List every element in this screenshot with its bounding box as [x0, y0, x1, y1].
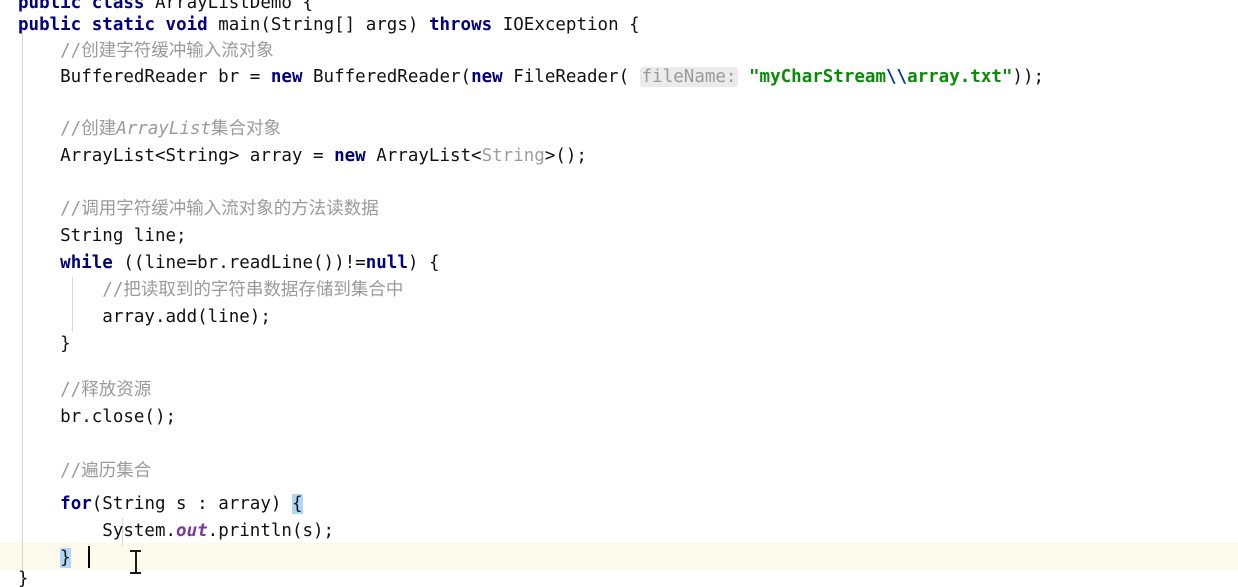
- code-token-plain: main(String[] args): [207, 15, 429, 35]
- code-token-plain: array.add(line);: [18, 307, 271, 327]
- code-token-plain: FileReader(: [502, 67, 640, 87]
- code-token-cmt: //释放资源: [18, 380, 152, 400]
- code-token-plain: >();: [544, 146, 587, 166]
- code-token-kw: new: [334, 146, 366, 166]
- code-token-hint-type: String: [481, 146, 545, 166]
- code-line[interactable]: ArrayList<String> array = new ArrayList<…: [0, 143, 587, 170]
- code-token-cmt: //创建: [18, 119, 117, 139]
- code-token-plain: br.close();: [18, 407, 177, 427]
- code-token-esc: \\: [885, 67, 908, 87]
- code-line[interactable]: [0, 90, 18, 117]
- code-token-plain: ((line=br.readLine())!=: [112, 253, 366, 273]
- code-line[interactable]: public static void main(String[] args) t…: [0, 12, 640, 39]
- code-token-kw: throws: [428, 15, 493, 35]
- code-token-cmt: //遍历集合: [18, 461, 152, 481]
- code-token-plain: .println(s);: [207, 521, 335, 541]
- code-token-plain: }: [18, 569, 29, 587]
- ibeam-stem: [135, 552, 137, 572]
- code-editor-surface[interactable]: public class ArrayListDemo {public stati…: [0, 0, 1238, 587]
- code-line[interactable]: //释放资源: [0, 377, 151, 404]
- code-line[interactable]: //创建ArrayList集合对象: [0, 116, 281, 143]
- code-token-plain: IOException {: [492, 15, 640, 35]
- code-token-plain: String line;: [18, 226, 187, 246]
- code-token-plain: (String s : array): [91, 494, 292, 514]
- code-token-kw: new: [270, 67, 303, 87]
- code-line[interactable]: String line;: [0, 223, 187, 250]
- code-line[interactable]: //把读取到的字符串数据存储到集合中: [0, 277, 403, 304]
- code-token-brace-match: {: [291, 494, 303, 514]
- code-token-plain: ArrayList<String> array =: [18, 146, 335, 166]
- code-token-kw: for: [60, 494, 92, 514]
- code-token-kw: void: [165, 15, 208, 35]
- i-beam-mouse-pointer: [130, 550, 141, 574]
- code-token-param-hint: fileName:: [639, 67, 739, 87]
- code-token-plain: ) {: [407, 253, 440, 273]
- caret-line-highlight: [0, 543, 1238, 570]
- code-line[interactable]: //创建字符缓冲输入流对象: [0, 38, 274, 65]
- code-token-cmt-em: ArrayList: [116, 119, 212, 139]
- code-line[interactable]: //遍历集合: [0, 458, 151, 485]
- code-token-plain: ArrayList<: [365, 146, 482, 166]
- code-line[interactable]: }: [0, 566, 29, 587]
- code-line[interactable]: [0, 169, 18, 196]
- code-token-kw: new: [471, 67, 503, 87]
- code-token-plain: BufferedReader(: [302, 67, 472, 87]
- code-token-str: array.txt": [907, 67, 1013, 87]
- text-cursor: [88, 546, 90, 568]
- code-line[interactable]: [0, 431, 18, 458]
- code-token-kw: while: [60, 253, 113, 273]
- code-line[interactable]: System.out.println(s);: [0, 518, 334, 545]
- code-token-kw: public: [18, 15, 82, 35]
- code-token-cmt: 集合对象: [211, 119, 282, 139]
- code-line[interactable]: //调用字符缓冲输入流对象的方法读数据: [0, 196, 379, 223]
- code-token-str: "myCharStream: [749, 67, 886, 87]
- code-token-cmt: //把读取到的字符串数据存储到集合中: [18, 280, 404, 300]
- code-token-kw: null: [365, 253, 408, 273]
- ibeam-bottom-cap: [130, 572, 141, 574]
- code-line[interactable]: }: [0, 331, 71, 358]
- code-token-cmt: //创建字符缓冲输入流对象: [18, 41, 274, 61]
- code-token-plain: }: [18, 334, 71, 354]
- code-token-plain: BufferedReader br =: [18, 67, 271, 87]
- code-token-cmt: //调用字符缓冲输入流对象的方法读数据: [18, 199, 379, 219]
- code-token-kw: static: [91, 15, 155, 35]
- code-token-plain: System.: [18, 521, 177, 541]
- code-line[interactable]: BufferedReader br = new BufferedReader(n…: [0, 64, 1044, 91]
- code-token-plain: ));: [1012, 67, 1045, 87]
- code-line[interactable]: while ((line=br.readLine())!=null) {: [0, 250, 439, 277]
- code-token-static-f: out: [176, 521, 208, 541]
- code-line[interactable]: for(String s : array) {: [0, 491, 303, 518]
- code-line[interactable]: array.add(line);: [0, 304, 271, 331]
- code-token-brace-match: }: [60, 548, 71, 568]
- code-line[interactable]: br.close();: [0, 404, 176, 431]
